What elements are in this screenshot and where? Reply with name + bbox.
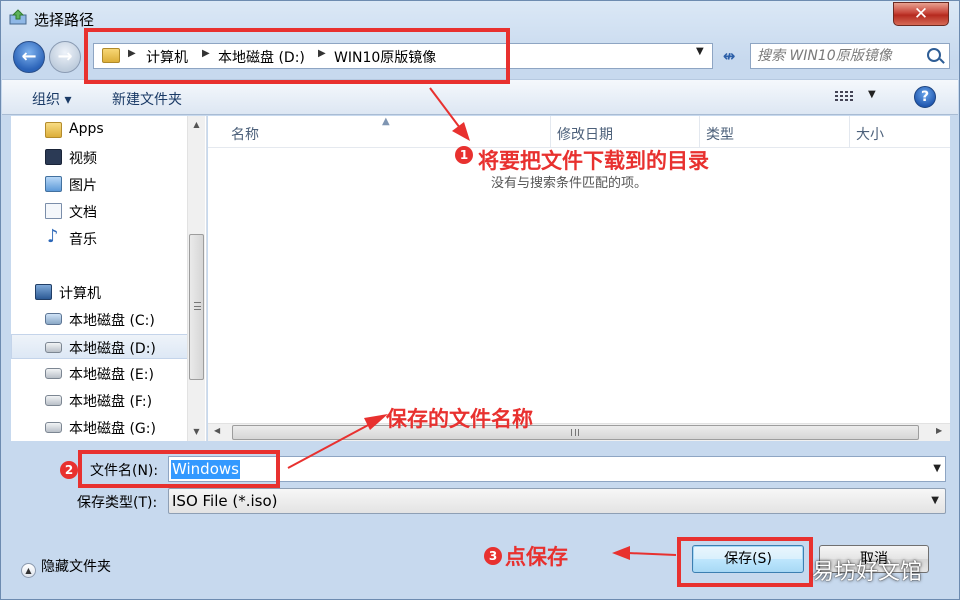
file-list-horizontal-scrollbar[interactable]: ◀ ▶	[208, 423, 950, 441]
navigation-pane[interactable]: Apps 视频 图片 文档 音乐 计算机 本地磁盘 (C:) 本地磁盘 (D:	[11, 116, 207, 441]
column-header-size[interactable]: 大小	[856, 124, 884, 144]
close-button[interactable]: ✕	[893, 2, 949, 26]
dialog-app-icon	[9, 9, 27, 25]
sidebar-item-label: 文档	[69, 205, 97, 221]
refresh-icon: ↮	[722, 47, 736, 65]
sidebar-item-label: 本地磁盘 (C:)	[69, 313, 155, 329]
watermark-text: 易坊好文馆	[812, 560, 923, 585]
new-folder-button[interactable]: 新建文件夹	[112, 89, 182, 109]
column-header-row: ▲ 名称 修改日期 类型 大小	[208, 116, 950, 148]
navigation-pane-scrollbar[interactable]: ▲ ▼	[187, 116, 205, 441]
column-divider[interactable]	[699, 116, 700, 148]
step2-number-badge: 2	[60, 461, 78, 479]
drive-icon	[45, 342, 62, 353]
column-divider[interactable]	[550, 116, 551, 148]
step3-annotation-text: 点保存	[505, 545, 568, 569]
hide-folders-toggle[interactable]: ▲ 隐藏文件夹	[21, 556, 111, 578]
column-divider[interactable]	[849, 116, 850, 148]
scroll-right-icon[interactable]: ▶	[936, 426, 942, 435]
sidebar-item-computer[interactable]: 计算机	[11, 280, 189, 305]
column-header-name[interactable]: 名称	[231, 124, 259, 144]
scrollbar-thumb[interactable]	[232, 425, 919, 440]
step1-number-badge: 1	[455, 146, 473, 164]
scroll-down-icon[interactable]: ▼	[188, 427, 205, 436]
filetype-label: 保存类型(T):	[77, 495, 158, 511]
sort-ascending-icon: ▲	[382, 116, 390, 127]
sidebar-item-drive-c[interactable]: 本地磁盘 (C:)	[11, 307, 189, 332]
filetype-select[interactable]: ISO File (*.iso) ▼	[168, 488, 946, 514]
step3-highlight-box	[677, 537, 813, 587]
search-icon[interactable]	[927, 48, 941, 62]
sidebar-item-label: 音乐	[69, 232, 97, 248]
window-title: 选择路径	[34, 11, 95, 29]
step1-highlight-box	[84, 28, 510, 84]
sidebar-item-label: 本地磁盘 (D:)	[69, 341, 156, 357]
sidebar-item-label: Apps	[69, 121, 104, 137]
step1-annotation-text: 将要把文件下载到的目录	[478, 149, 709, 173]
sidebar-item-videos[interactable]: 视频	[11, 145, 189, 170]
command-toolbar: 组织 ▾ 新建文件夹 ▼ ?	[2, 79, 958, 115]
scroll-left-icon[interactable]: ◀	[214, 426, 220, 435]
filename-combobox[interactable]: Windows ▼	[168, 456, 946, 482]
scroll-up-icon[interactable]: ▲	[188, 120, 205, 129]
column-header-type[interactable]: 类型	[706, 124, 734, 144]
organize-menu-button[interactable]: 组织 ▾	[32, 89, 71, 109]
folder-icon	[45, 122, 62, 138]
hide-folders-label: 隐藏文件夹	[41, 559, 111, 575]
address-history-chevron-down-icon[interactable]: ▼	[696, 46, 704, 57]
close-icon: ✕	[913, 4, 929, 24]
sidebar-item-label: 计算机	[59, 286, 101, 302]
filename-chevron-down-icon[interactable]: ▼	[933, 463, 941, 474]
grip-icon	[194, 302, 201, 310]
back-arrow-icon: ←	[21, 46, 37, 67]
sidebar-item-label: 本地磁盘 (E:)	[69, 367, 154, 383]
sidebar-item-pictures[interactable]: 图片	[11, 172, 189, 197]
grip-icon	[571, 429, 579, 436]
video-icon	[45, 149, 62, 165]
sidebar-item-label: 视频	[69, 151, 97, 167]
drive-icon	[45, 395, 62, 406]
sidebar-item-label: 本地磁盘 (F:)	[69, 394, 153, 410]
computer-icon	[35, 284, 52, 300]
search-box[interactable]	[750, 43, 950, 69]
music-icon	[45, 226, 62, 247]
help-icon[interactable]: ?	[914, 86, 936, 108]
step2-annotation-text: 保存的文件名称	[386, 407, 533, 431]
forward-arrow-icon: →	[57, 46, 73, 67]
save-dialog-window: 选择路径 ✕ ← → ▶ 计算机 ▶ 本地磁盘 (D:) ▶ WIN10原版镜像…	[0, 0, 960, 600]
filetype-selected-value: ISO File (*.iso)	[172, 492, 278, 510]
drive-icon	[45, 422, 62, 433]
back-button[interactable]: ←	[13, 41, 45, 73]
sidebar-item-drive-e[interactable]: 本地磁盘 (E:)	[11, 361, 189, 386]
filetype-chevron-down-icon[interactable]: ▼	[931, 495, 939, 506]
step3-number-badge: 3	[484, 547, 502, 565]
sidebar-item-documents[interactable]: 文档	[11, 199, 189, 224]
sidebar-item-music[interactable]: 音乐	[11, 226, 189, 251]
sidebar-item-label: 本地磁盘 (G:)	[69, 421, 156, 437]
documents-icon	[45, 203, 62, 219]
chevron-up-icon: ▲	[21, 563, 36, 578]
sidebar-item-apps[interactable]: Apps	[11, 118, 189, 143]
search-input[interactable]	[757, 47, 927, 65]
column-header-modified[interactable]: 修改日期	[557, 124, 613, 144]
forward-button[interactable]: →	[49, 41, 81, 73]
sidebar-item-drive-d[interactable]: 本地磁盘 (D:)	[11, 334, 189, 359]
scrollbar-thumb[interactable]	[189, 234, 204, 380]
sidebar-item-label: 图片	[69, 178, 97, 194]
sidebar-item-drive-g[interactable]: 本地磁盘 (G:)	[11, 415, 189, 440]
step2-highlight-box	[78, 450, 280, 488]
sidebar-item-drive-f[interactable]: 本地磁盘 (F:)	[11, 388, 189, 413]
pictures-icon	[45, 176, 62, 192]
view-options-chevron-down-icon[interactable]: ▼	[868, 89, 876, 100]
view-details-icon[interactable]	[835, 89, 855, 105]
refresh-button[interactable]: ↮	[715, 44, 743, 68]
drive-icon	[45, 368, 62, 379]
system-drive-icon	[45, 313, 62, 325]
